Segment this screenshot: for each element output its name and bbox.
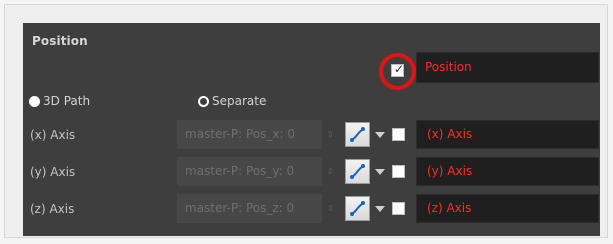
function-curve-icon xyxy=(350,127,365,142)
x-axis-red-field[interactable]: (x) Axis xyxy=(416,120,599,149)
radio-separate-label: Separate xyxy=(212,94,267,108)
spinner-arrows-icon[interactable]: ⇕ xyxy=(327,120,335,149)
z-axis-input[interactable]: master-P: Pos_z: 0 xyxy=(177,194,322,223)
function-curve-icon xyxy=(350,201,365,216)
highlight-circle xyxy=(379,53,416,90)
spinner-arrows-icon[interactable]: ⇕ xyxy=(327,194,335,223)
z-axis-label: (z) Axis xyxy=(30,202,75,216)
radio-3d-path[interactable]: 3D Path xyxy=(29,94,90,108)
radio-button-unselected-icon xyxy=(198,95,209,107)
radio-separate[interactable]: Separate xyxy=(198,94,266,108)
y-axis-checkbox[interactable] xyxy=(392,165,405,178)
z-axis-checkbox[interactable] xyxy=(392,202,405,215)
position-panel: Position ✓ Position 3D Path Separate (x)… xyxy=(23,23,600,236)
chevron-down-icon[interactable] xyxy=(375,132,385,138)
x-axis-input[interactable]: master-P: Pos_x: 0 xyxy=(177,120,322,149)
x-axis-checkbox[interactable] xyxy=(392,128,405,141)
panel-title: Position xyxy=(32,34,88,48)
x-axis-label: (x) Axis xyxy=(30,128,76,142)
y-axis-red-field[interactable]: (y) Axis xyxy=(416,157,599,186)
radio-3d-path-label: 3D Path xyxy=(43,94,91,108)
y-axis-label: (y) Axis xyxy=(30,165,76,179)
x-axis-function-button[interactable] xyxy=(345,122,370,147)
chevron-down-icon[interactable] xyxy=(375,169,385,175)
chevron-down-icon[interactable] xyxy=(375,206,385,212)
position-red-label: Position xyxy=(425,60,472,74)
screenshot-background: Position ✓ Position 3D Path Separate (x)… xyxy=(0,0,613,244)
position-red-field[interactable]: Position xyxy=(416,52,599,83)
y-axis-function-button[interactable] xyxy=(345,159,370,184)
radio-button-selected-icon xyxy=(29,95,40,107)
z-axis-function-button[interactable] xyxy=(345,196,370,221)
outer-frame: Position ✓ Position 3D Path Separate (x)… xyxy=(4,4,608,238)
z-axis-red-field[interactable]: (z) Axis xyxy=(416,194,599,223)
y-axis-input[interactable]: master-P: Pos_y: 0 xyxy=(177,157,322,186)
function-curve-icon xyxy=(350,164,365,179)
spinner-arrows-icon[interactable]: ⇕ xyxy=(327,157,335,186)
